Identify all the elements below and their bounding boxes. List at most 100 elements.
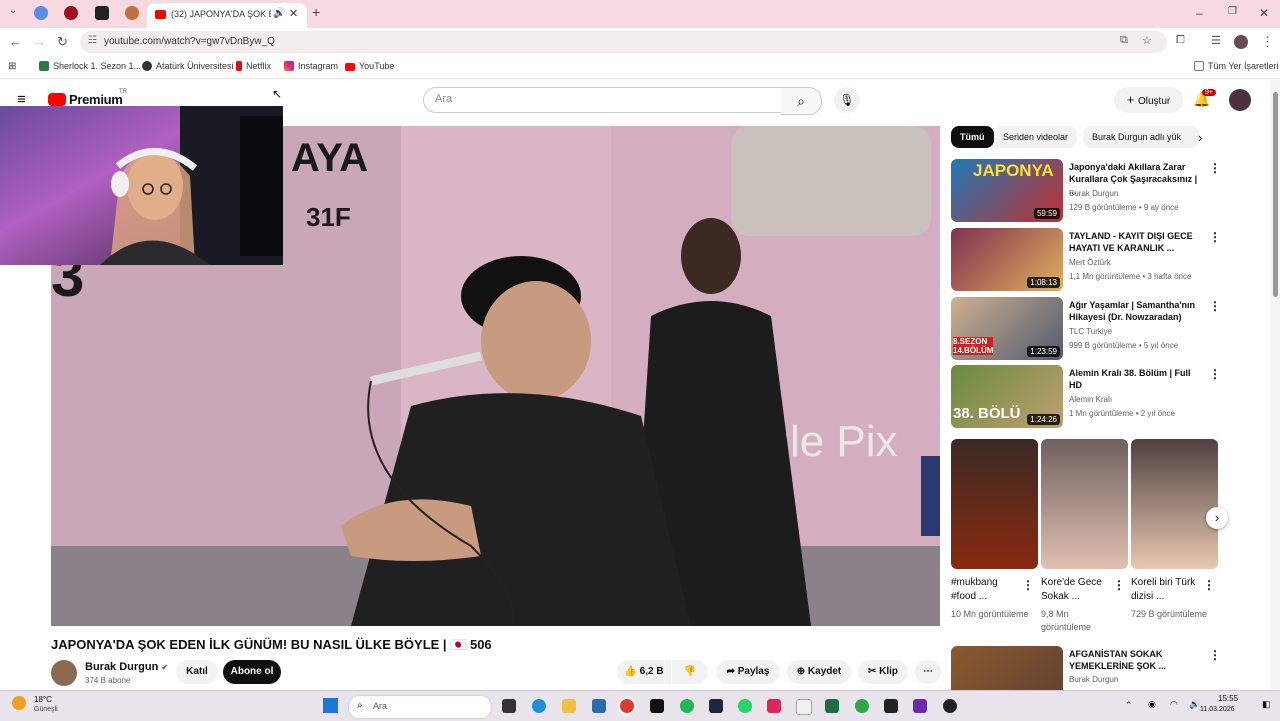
more-vert-icon[interactable]: ⋮ [1209, 161, 1221, 175]
short-thumbnail[interactable] [951, 439, 1038, 569]
more-vert-icon[interactable]: ⋮ [1203, 578, 1215, 592]
steam-icon[interactable] [709, 699, 723, 713]
file-explorer-icon[interactable] [562, 699, 576, 713]
tab-favicon[interactable] [95, 6, 109, 20]
more-vert-icon[interactable]: ⋮ [1113, 578, 1125, 592]
weather-icon[interactable] [12, 696, 26, 710]
chip-channel[interactable]: Burak Durgun adlı yük [1083, 126, 1199, 148]
reload-icon[interactable]: ↻ [57, 34, 68, 50]
app-icon[interactable] [855, 699, 869, 713]
minimize-icon[interactable]: – [1196, 6, 1203, 20]
more-vert-icon[interactable]: ⋮ [1209, 299, 1221, 313]
voice-search-button[interactable]: 🎙 [834, 87, 860, 113]
tray-app-icon[interactable]: ◉ [1148, 699, 1156, 710]
short-title[interactable]: #mukbang #food ... [951, 576, 1021, 604]
chip-all[interactable]: Tümü [951, 126, 994, 148]
speaker-icon[interactable]: 🔊 [273, 8, 285, 19]
save-button[interactable]: ⊕ Kaydet [787, 660, 851, 684]
join-button[interactable]: Katıl [176, 660, 218, 684]
more-vert-icon[interactable]: ⋮ [1209, 367, 1221, 381]
youtube-premium-logo[interactable]: Premium [69, 92, 123, 107]
start-windows-icon[interactable] [323, 698, 338, 713]
close-tab-icon[interactable]: ✕ [289, 7, 298, 20]
bookmark-star-icon[interactable]: ☆ [1142, 34, 1152, 47]
short-thumbnail[interactable] [1131, 439, 1218, 569]
clock-time[interactable]: 15:55 [1218, 694, 1238, 703]
whatsapp-icon[interactable] [738, 699, 752, 713]
all-bookmarks[interactable]: Tüm Yer İşaretleri [1194, 61, 1279, 71]
tiktok-icon[interactable] [767, 699, 781, 713]
store-icon[interactable] [592, 699, 606, 713]
more-actions-button[interactable]: ⋯ [915, 660, 941, 684]
tab-favicon[interactable] [34, 6, 48, 20]
epic-games-icon[interactable] [884, 699, 898, 713]
tab-favicon[interactable] [125, 6, 139, 20]
wifi-icon[interactable]: ◠ [1170, 699, 1178, 710]
clock-date[interactable]: 11.03.2026 [1200, 706, 1235, 713]
channel-name[interactable]: Burak Durgun ✔ [85, 661, 168, 673]
more-vert-icon[interactable]: ⋮ [1209, 230, 1221, 244]
profile-avatar[interactable] [1234, 35, 1248, 49]
subscribe-button[interactable]: Abone ol [223, 660, 281, 684]
forward-icon[interactable]: → [33, 34, 46, 49]
notification-center-icon[interactable]: ◧ [1262, 699, 1271, 710]
reading-list-icon[interactable]: ☰ [1211, 34, 1221, 47]
clip-button[interactable]: ✂ Klip [858, 660, 908, 684]
search-input[interactable]: Ara [423, 87, 783, 113]
short-title[interactable]: Koreli biri Türk dizisi ... [1131, 576, 1201, 604]
bookmark-youtube[interactable]: YouTube [345, 61, 394, 71]
obs-icon[interactable] [943, 699, 957, 713]
page-scrollbar[interactable] [1270, 80, 1280, 690]
chip-series[interactable]: Seriden videolar [994, 126, 1078, 148]
extensions-icon[interactable]: ⧠ [1176, 34, 1185, 47]
close-window-icon[interactable]: ✕ [1259, 6, 1269, 20]
search-button[interactable]: ⌕ [781, 87, 822, 115]
tab-favicon[interactable] [64, 6, 78, 20]
twitch-icon[interactable] [913, 699, 927, 713]
chevron-right-icon[interactable]: › [1198, 130, 1202, 145]
install-app-icon[interactable]: ⧉ [1120, 34, 1128, 47]
bookmark-instagram[interactable]: Instagram [284, 61, 338, 71]
excel-icon[interactable] [825, 699, 839, 713]
channel-avatar[interactable] [51, 660, 77, 686]
tiktok-icon[interactable] [650, 699, 664, 713]
like-button[interactable]: 👍 6,2 B [617, 660, 671, 684]
video-thumbnail[interactable]: 1:08:13 [951, 228, 1063, 291]
youtube-logo-icon[interactable] [48, 93, 66, 106]
menu-kebab-icon[interactable]: ⋮ [1261, 34, 1274, 50]
create-button[interactable]: + Oluştur [1114, 87, 1183, 113]
recommendation-item[interactable]: AFGANİSTAN SOKAK YEMEKLERİNE ŞOK ... Bur… [951, 646, 1221, 690]
share-button[interactable]: ➦ Paylaş [716, 660, 780, 684]
apps-grid-icon[interactable]: ⊞ [8, 61, 16, 72]
site-info-icon[interactable]: ☷ [88, 35, 97, 46]
notepad-icon[interactable] [796, 699, 812, 715]
volume-icon[interactable]: 🔊 [1189, 699, 1200, 710]
dislike-button[interactable]: 👎 [672, 660, 708, 684]
bookmark-netflix[interactable]: Netflix [236, 61, 271, 71]
recommendation-item[interactable]: JAPONYA 59:59 Japonya'daki Akıllara Zara… [951, 159, 1221, 223]
taskbar-search[interactable]: ⌕ Ara [348, 695, 492, 719]
recommendation-item[interactable]: 1:08:13 TAYLAND - KAYIT DIŞI GECE HAYATI… [951, 228, 1221, 292]
more-vert-icon[interactable]: ⋮ [1209, 648, 1221, 662]
address-bar[interactable]: ☷ youtube.com/watch?v=gw7vDnByw_Q [80, 31, 1167, 53]
bookmark-ataturk[interactable]: Atatürk Üniversitesi [142, 61, 234, 71]
video-thumbnail[interactable]: JAPONYA 59:59 [951, 159, 1063, 222]
short-title[interactable]: Kore'de Gece Sokak ... [1041, 576, 1111, 604]
video-thumbnail[interactable] [951, 646, 1063, 690]
new-tab-icon[interactable]: + [312, 4, 320, 20]
back-icon[interactable]: ← [9, 34, 22, 49]
tray-chevron-icon[interactable]: ⌃ [1125, 700, 1133, 711]
active-tab[interactable]: (32) JAPONYA'DA ŞOK EDEN 🔊 ✕ [147, 3, 307, 28]
chrome-icon[interactable] [620, 699, 634, 713]
shorts-next-chevron-icon[interactable]: › [1206, 507, 1228, 529]
tab-search-icon[interactable]: ⌄ [9, 5, 17, 16]
bookmark-sherlock[interactable]: Sherlock 1. Sezon 1... [39, 61, 141, 71]
more-vert-icon[interactable]: ⋮ [1022, 578, 1034, 592]
task-view-icon[interactable] [502, 699, 516, 713]
recommendation-item[interactable]: 8.SEZON 14.BÖLÜM 1:23:59 Ağır Yaşamlar |… [951, 297, 1221, 361]
video-thumbnail[interactable]: 38. BÖLÜ 1:24:26 [951, 365, 1063, 428]
maximize-icon[interactable]: ❐ [1228, 6, 1237, 17]
short-thumbnail[interactable] [1041, 439, 1128, 569]
recommendation-item[interactable]: 38. BÖLÜ 1:24:26 Alemin Kralı 38. Bölüm … [951, 365, 1221, 429]
spotify-icon[interactable] [680, 699, 694, 713]
